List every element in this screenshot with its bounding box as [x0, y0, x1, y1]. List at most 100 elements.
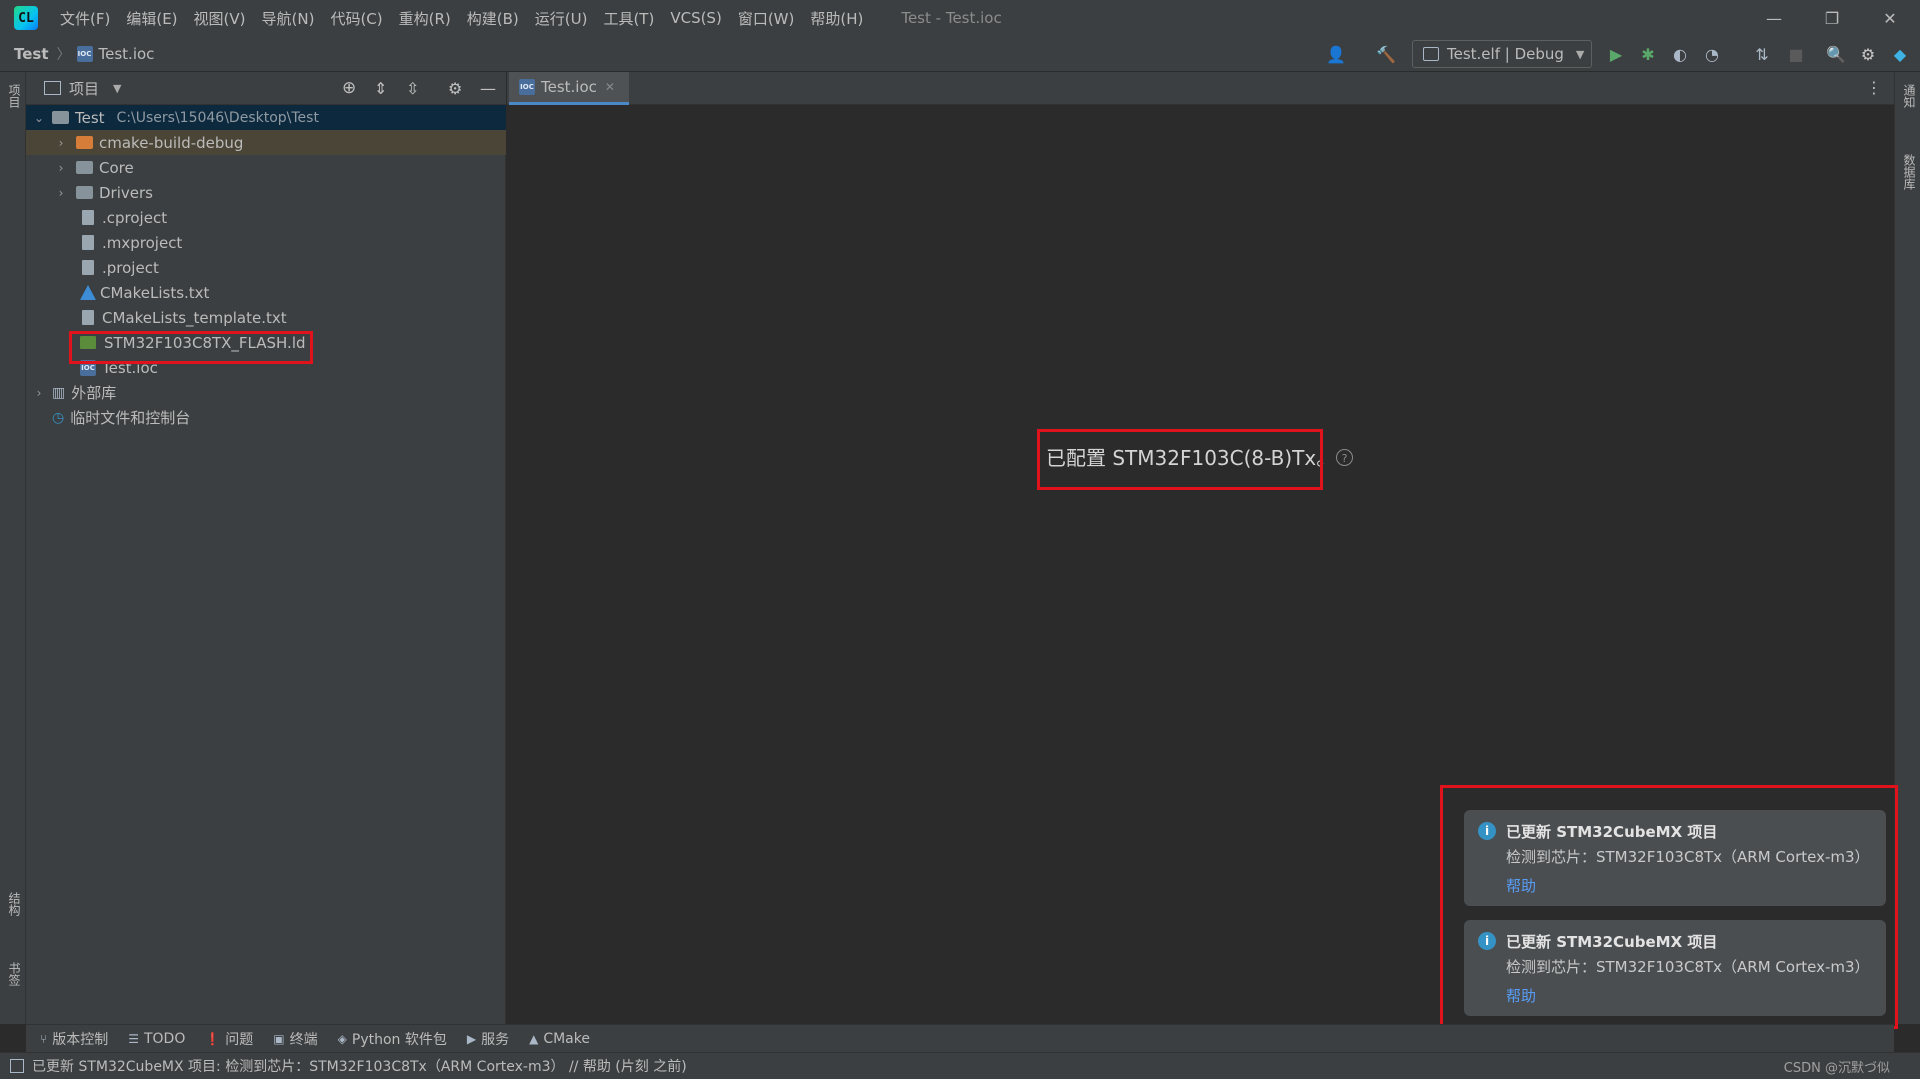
tree-item-label: 临时文件和控制台: [70, 409, 191, 427]
tool-window-project-tab[interactable]: 项目: [6, 84, 23, 108]
user-account-icon[interactable]: 👤: [1326, 44, 1346, 64]
menu-run[interactable]: 运行(U): [527, 8, 596, 29]
menu-vcs[interactable]: VCS(S): [662, 9, 729, 27]
tree-item-label: Drivers: [99, 183, 153, 202]
tool-tab-problems[interactable]: ❗ 问题: [205, 1029, 253, 1049]
menu-window[interactable]: 窗口(W): [730, 8, 803, 29]
profiler-icon[interactable]: ◔: [1702, 44, 1722, 64]
tool-window-bookmarks-tab[interactable]: 书签: [6, 962, 23, 986]
status-message[interactable]: 已更新 STM32CubeMX 项目: 检测到芯片：STM32F103C8Tx（…: [32, 1056, 687, 1076]
left-tool-window-strip: 项目 结构 书签: [0, 72, 26, 1024]
folder-icon: [76, 161, 93, 174]
tree-item-label: cmake-build-debug: [99, 133, 244, 152]
breadcrumb-separator-icon: 〉: [56, 46, 71, 63]
file-icon: [82, 210, 94, 225]
list-icon: ☰: [128, 1031, 139, 1046]
tool-tab-services[interactable]: ▶ 服务: [467, 1029, 509, 1049]
tree-item-label: .mxproject: [102, 233, 183, 252]
attach-debugger-icon[interactable]: ⇅: [1752, 44, 1772, 64]
minimize-icon[interactable]: —: [1744, 0, 1804, 36]
tree-folder-drivers[interactable]: › Drivers: [26, 180, 506, 205]
menu-file[interactable]: 文件(F): [52, 8, 118, 29]
tree-file-project[interactable]: .project: [26, 255, 506, 280]
chevron-down-icon[interactable]: ▼: [113, 82, 121, 95]
menu-navigate[interactable]: 导航(N): [254, 8, 323, 29]
tool-tab-todo[interactable]: ☰ TODO: [128, 1031, 185, 1047]
jetbrains-toolbox-icon[interactable]: ◆: [1890, 44, 1910, 64]
tree-file-cproject[interactable]: .cproject: [26, 205, 506, 230]
tree-item-label: CMakeLists_template.txt: [102, 308, 287, 327]
search-icon[interactable]: 🔍: [1826, 44, 1846, 64]
tree-scratches-consoles[interactable]: ◷ 临时文件和控制台: [26, 405, 506, 430]
terminal-icon: ▣: [273, 1031, 285, 1046]
tool-tab-label: 版本控制: [52, 1031, 109, 1048]
tool-window-database-tab[interactable]: 数据库: [1901, 154, 1918, 190]
tree-external-libraries[interactable]: › ▥ 外部库: [26, 380, 506, 405]
menu-edit[interactable]: 编辑(E): [118, 8, 185, 29]
chevron-right-icon[interactable]: ›: [32, 386, 46, 400]
panel-settings-gear-icon[interactable]: ⚙: [448, 79, 462, 98]
tree-file-cmakelists-template[interactable]: CMakeLists_template.txt: [26, 305, 506, 330]
bottom-tool-window-bar: ⑂ 版本控制 ☰ TODO ❗ 问题 ▣ 终端 ◈ Python 软件包 ▶ 服务 ▲ CMa…: [26, 1024, 1894, 1052]
close-icon[interactable]: ✕: [1860, 0, 1920, 36]
run-icon[interactable]: ▶: [1606, 44, 1626, 64]
highlight-box-configured: [1037, 429, 1323, 490]
scratch-icon: ◷: [52, 409, 65, 426]
run-configuration-selector[interactable]: Test.elf | Debug ▼: [1412, 40, 1592, 68]
settings-gear-icon[interactable]: ⚙: [1858, 44, 1878, 64]
ioc-file-icon: IOC: [76, 45, 93, 62]
editor-tab-bar: IOC Test.ioc ✕ ⋮: [507, 72, 1894, 105]
tool-tab-label: CMake: [543, 1030, 590, 1047]
tool-tab-label: TODO: [143, 1030, 186, 1047]
services-icon: ▶: [466, 1031, 477, 1046]
build-hammer-icon[interactable]: 🔨: [1376, 44, 1396, 64]
tree-folder-cmake-build-debug[interactable]: › cmake-build-debug: [26, 130, 506, 155]
window-title: Test - Test.ioc: [901, 9, 1002, 27]
tree-file-mxproject[interactable]: .mxproject: [26, 230, 506, 255]
menu-tools[interactable]: 工具(T): [595, 8, 662, 29]
menu-build[interactable]: 构建(B): [459, 8, 527, 29]
navigation-bar: Test 〉 IOC Test.ioc: [0, 36, 1920, 72]
restore-icon[interactable]: ❐: [1802, 0, 1862, 36]
breadcrumb-file[interactable]: Test.ioc: [99, 45, 155, 63]
status-bar-toggle-icon[interactable]: [10, 1059, 24, 1073]
stop-icon[interactable]: ■: [1786, 44, 1806, 64]
project-panel-header: 项目 ▼ ⊕ ⇕ ⇳ ⚙ —: [26, 72, 506, 105]
chevron-right-icon[interactable]: ›: [54, 136, 68, 150]
tool-tab-label: 问题: [225, 1031, 254, 1048]
locate-file-icon[interactable]: ⊕: [342, 78, 356, 98]
menu-help[interactable]: 帮助(H): [802, 8, 871, 29]
debug-bug-icon[interactable]: ✱: [1638, 44, 1658, 64]
tool-window-structure-tab[interactable]: 结构: [6, 892, 23, 916]
chevron-right-icon[interactable]: ›: [54, 186, 68, 200]
breadcrumb-project[interactable]: Test: [14, 45, 49, 63]
tree-root-test[interactable]: ⌄ Test C:\Users\15046\Desktop\Test: [26, 105, 506, 130]
tool-tab-cmake[interactable]: ▲ CMake: [529, 1031, 590, 1047]
close-tab-icon[interactable]: ✕: [605, 80, 615, 94]
status-bar: 已更新 STM32CubeMX 项目: 检测到芯片：STM32F103C8Tx（…: [0, 1052, 1920, 1079]
tree-folder-core[interactable]: › Core: [26, 155, 506, 180]
tool-window-notifications-tab[interactable]: 通知: [1901, 84, 1918, 108]
more-options-icon[interactable]: ⋮: [1866, 78, 1882, 97]
folder-icon: [76, 186, 93, 199]
tool-tab-terminal[interactable]: ▣ 终端: [273, 1029, 317, 1049]
collapse-all-icon[interactable]: ⇳: [406, 79, 419, 98]
tool-tab-label: 服务: [481, 1031, 510, 1048]
help-question-icon[interactable]: ?: [1336, 449, 1353, 466]
chevron-down-icon[interactable]: ⌄: [32, 111, 46, 125]
packages-icon: ◈: [337, 1031, 347, 1046]
hide-panel-icon[interactable]: —: [480, 79, 496, 98]
coverage-icon[interactable]: ◐: [1670, 44, 1690, 64]
menu-view[interactable]: 视图(V): [186, 8, 254, 29]
highlight-box-notifications: [1440, 785, 1898, 1029]
clion-logo-icon: CL: [14, 6, 38, 30]
tool-tab-python-packages[interactable]: ◈ Python 软件包: [338, 1029, 447, 1049]
chevron-right-icon[interactable]: ›: [54, 161, 68, 175]
menu-refactor[interactable]: 重构(R): [391, 8, 459, 29]
menu-code[interactable]: 代码(C): [322, 8, 390, 29]
project-panel-title[interactable]: 项目: [69, 78, 99, 99]
editor-tab-test-ioc[interactable]: IOC Test.ioc ✕: [509, 72, 629, 105]
tree-file-cmakelists[interactable]: CMakeLists.txt: [26, 280, 506, 305]
tool-tab-version-control[interactable]: ⑂ 版本控制: [40, 1029, 108, 1049]
expand-all-icon[interactable]: ⇕: [374, 79, 387, 98]
